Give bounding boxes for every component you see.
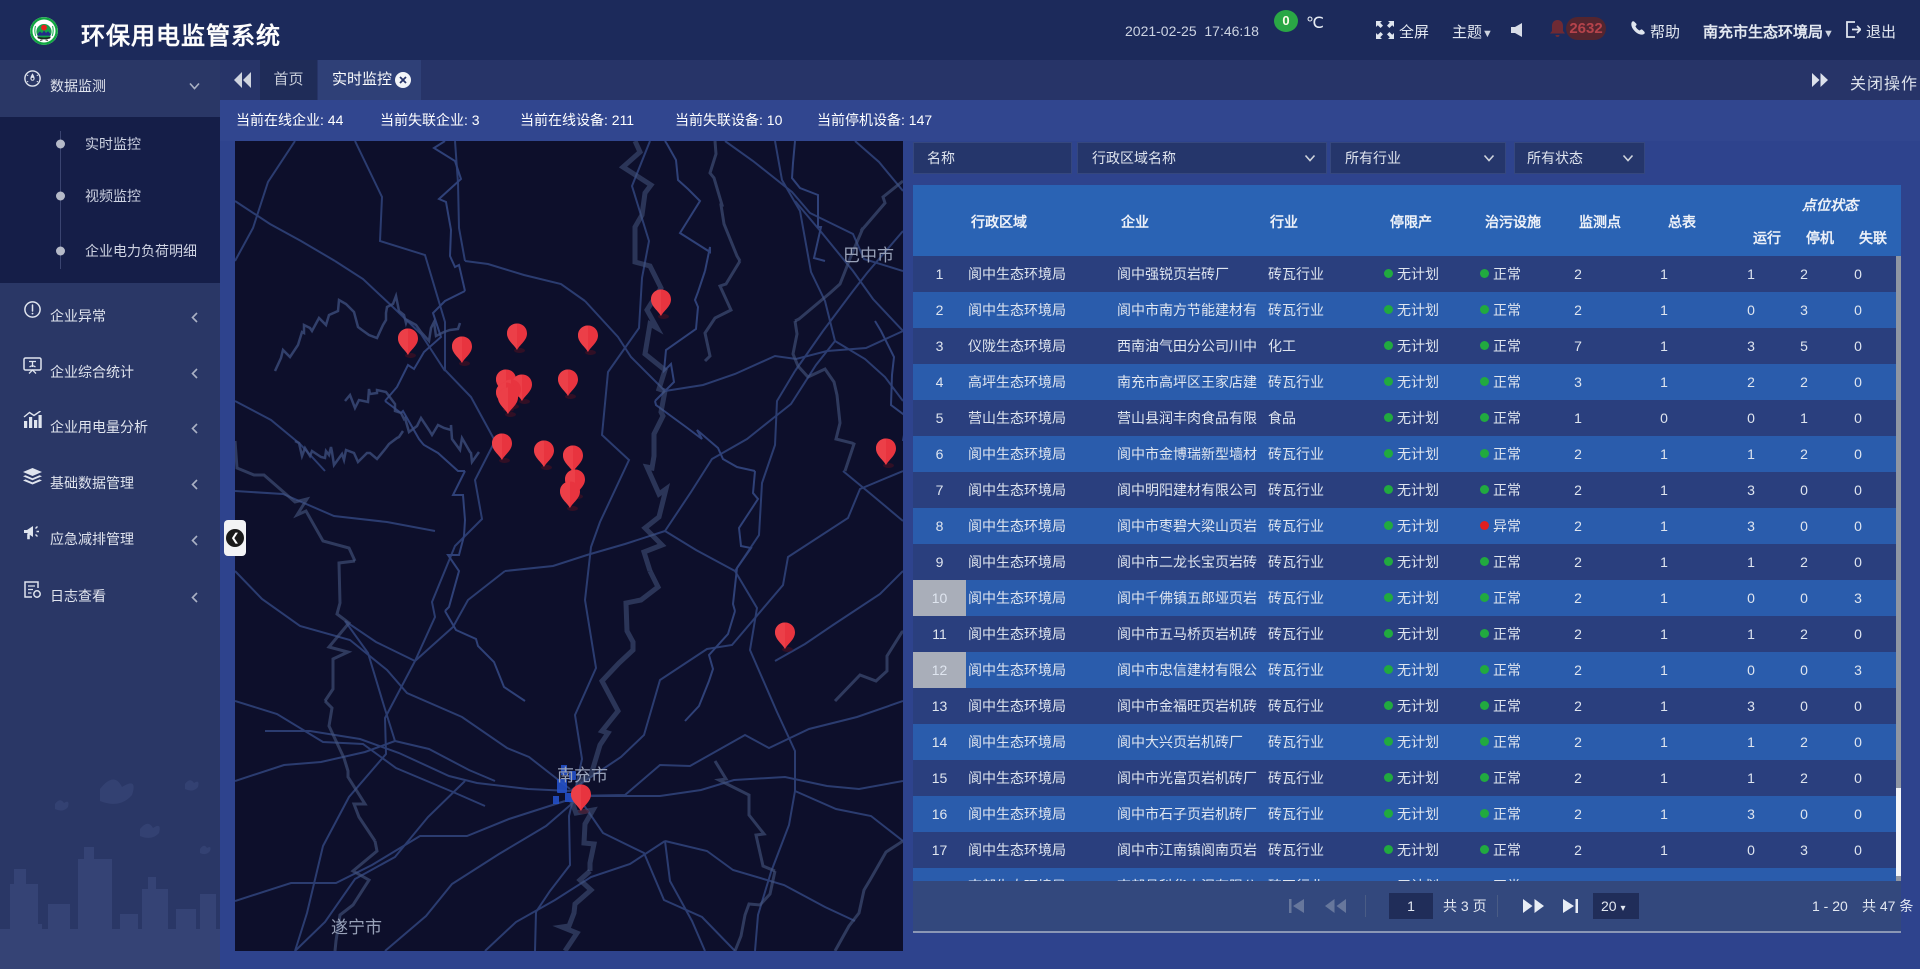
- svg-text:南充市: 南充市: [557, 766, 608, 785]
- svg-text:遂宁市: 遂宁市: [331, 918, 382, 937]
- svg-text:巴中市: 巴中市: [843, 246, 894, 265]
